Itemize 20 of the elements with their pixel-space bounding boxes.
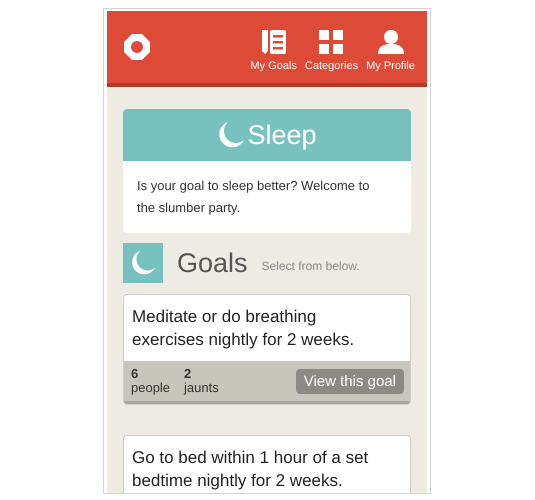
stat-label: jaunts [184, 381, 219, 395]
section-hint: Select from below. [262, 259, 360, 273]
nav-item[interactable]: My Goals [248, 28, 299, 72]
nav-item[interactable]: My Profile [364, 28, 417, 72]
view-goal-button[interactable]: View this goal [296, 368, 404, 394]
section-title: Goals [177, 248, 248, 278]
person-icon [378, 28, 404, 54]
nav-item[interactable]: Categories [302, 28, 360, 72]
moon-icon [217, 121, 246, 149]
stat-count: 6 [131, 367, 140, 381]
stat-label: people [131, 381, 170, 395]
list-icon [260, 28, 287, 54]
category-title: Sleep [247, 120, 317, 150]
goal-title: Go to bed within 1 hour of a set bedtime nightly for 2 weeks. [131, 447, 370, 492]
category-description: Is your goal to sleep better? Welcome to the slumber party. [136, 177, 370, 217]
octagon-ring-logo-icon[interactable] [123, 33, 151, 61]
grid-icon [319, 28, 344, 54]
goal-title: Meditate or do breathing exercises nightly for 2 weeks. [131, 306, 356, 351]
stat-count: 2 [184, 367, 192, 381]
moon-badge-icon [123, 243, 163, 283]
